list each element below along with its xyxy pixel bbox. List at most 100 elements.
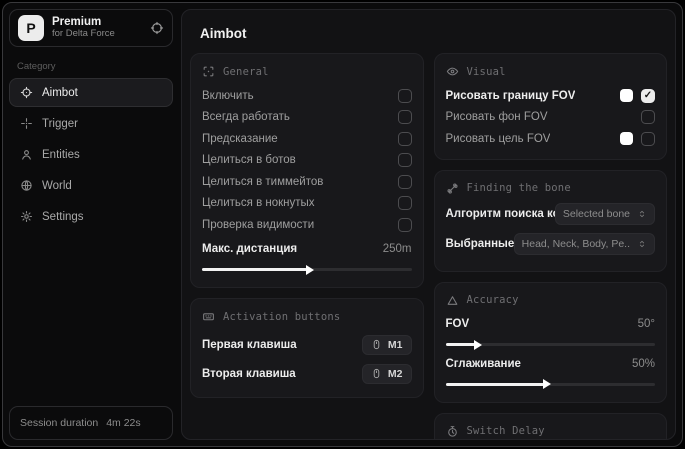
selected-bones-select[interactable]: Head, Neck, Body, Pe.. [513,232,655,255]
section-title: Finding the bone [466,182,571,194]
toggle-checkbox[interactable] [397,217,412,232]
session-duration: Session duration 4m 22s [9,406,173,440]
timer-icon [446,425,459,438]
session-label: Session duration [20,417,99,429]
section-title: Switch Delay [466,425,545,437]
keybind-row: Вторая клавиша M2 [202,359,412,388]
keybind-label: Первая клавиша [202,338,297,351]
brand-logo: P [18,15,44,41]
sidebar-item-label: Settings [42,210,84,223]
sidebar-item-label: Entities [42,148,80,161]
accuracy-card: Accuracy FOV 50° Сглаживание 50% [433,281,667,403]
color-swatch[interactable] [620,89,633,103]
slider-label: Макс. дистанция [202,243,298,256]
sidebar-item-world[interactable]: World [9,171,173,200]
session-value: 4m 22s [106,417,141,429]
toggle-label: Целиться в тиммейтов [202,175,324,188]
color-swatch[interactable] [620,132,633,146]
sidebar: P Premium for Delta Force Category Aimbo… [9,9,173,440]
section-title: General [223,65,269,78]
section-title: Activation buttons [223,310,341,323]
general-header: General [202,65,412,78]
toggle-checkbox[interactable] [641,110,655,125]
sidebar-item-trigger[interactable]: Trigger [9,109,173,138]
toggle-row: Всегда работать [202,107,412,129]
toggle-checkbox[interactable] [397,88,412,103]
max-distance-slider[interactable] [202,264,412,275]
section-title: Accuracy [466,294,519,306]
sidebar-item-label: Aimbot [42,86,78,99]
keybind-button-2[interactable]: M2 [361,363,412,384]
switch-delay-card: Switch Delay Задержка переключения Задер… [433,412,667,439]
crosshair-icon [20,86,33,99]
activation-header: Activation buttons [202,310,412,323]
dropdown-value: Head, Neck, Body, Pe.. [521,237,630,250]
toggle-checkbox[interactable] [397,153,412,168]
toggle-checkbox[interactable] [397,196,412,211]
world-icon [20,179,33,192]
chevron-updown-icon [637,239,647,249]
main-panel: Aimbot General Включить Всегда работать … [181,9,676,440]
slider-fill [445,339,483,350]
fov-slider[interactable] [445,339,655,350]
slider-label: FOV [445,318,470,331]
visual-row: Рисовать цель FOV [446,128,655,150]
accuracy-header: Accuracy [446,294,656,307]
keybind-key: M2 [387,367,403,380]
smoothing-slider[interactable] [445,379,655,389]
slider-value: 250m [382,243,412,256]
chevron-updown-icon [637,209,647,219]
left-column: General Включить Всегда работать Предска… [190,53,424,398]
brand-subtitle: for Delta Force [52,28,115,40]
keybind-key: M1 [387,338,403,351]
bone-card: Finding the bone Алгоритм поиска кост Se… [433,169,667,272]
toggle-checkbox[interactable] [397,131,412,146]
bone-row: Алгоритм поиска кост Selected bone [445,202,655,226]
bone-label: Алгоритм поиска кост [445,207,555,220]
toggle-row: Включить [202,85,412,107]
trigger-icon [20,117,33,130]
visual-row: Рисовать фон FOV [445,107,655,129]
triangle-icon [446,294,459,307]
slider-label: Сглаживание [445,357,521,370]
mouse-icon [371,339,382,350]
toggle-label: Включить [202,89,254,102]
dropdown-value: Selected bone [562,207,630,220]
bone-icon [446,182,459,195]
scope-icon[interactable] [150,21,164,35]
app-window: P Premium for Delta Force Category Aimbo… [2,2,683,447]
toggle-checkbox[interactable] [641,88,655,103]
category-label: Category [17,61,56,72]
brand-text: Premium for Delta Force [52,16,142,40]
sidebar-item-aimbot[interactable]: Aimbot [9,78,173,107]
visual-label: Рисовать границу FOV [445,89,576,102]
sidebar-item-settings[interactable]: Settings [9,202,173,231]
toggle-checkbox[interactable] [397,174,412,189]
switch-delay-header: Switch Delay [446,425,656,438]
slider-label-row: FOV 50° [446,314,656,336]
visual-card: Visual Рисовать границу FOV Рисовать фон… [433,53,667,160]
sidebar-item-label: Trigger [42,117,78,130]
toggle-checkbox[interactable] [641,131,655,146]
bone-header: Finding the bone [446,182,656,195]
bone-algorithm-select[interactable]: Selected bone [554,202,655,225]
slider-label-row: Макс. дистанция 250m [202,239,412,261]
toggle-row: Проверка видимости [202,214,412,236]
keybind-label: Вторая клавиша [202,367,296,380]
visual-label: Рисовать фон FOV [445,111,548,124]
visual-header: Visual [446,65,656,78]
slider-label-row: Сглаживание 50% [446,353,656,375]
sidebar-item-entities[interactable]: Entities [9,140,173,169]
mouse-icon [371,368,382,379]
general-card: General Включить Всегда работать Предска… [190,53,424,288]
keybind-button-1[interactable]: M1 [361,334,412,355]
bone-row: Выбранные кос Head, Neck, Body, Pe.. [446,232,655,256]
toggle-checkbox[interactable] [397,110,412,125]
sidebar-item-label: World [42,179,72,192]
keyboard-icon [202,310,215,323]
slider-fill [445,379,552,389]
toggle-label: Всегда работать [202,111,290,124]
toggle-row: Предсказание [202,128,412,150]
slider-value: 50° [637,318,655,331]
gear-icon [20,210,33,223]
